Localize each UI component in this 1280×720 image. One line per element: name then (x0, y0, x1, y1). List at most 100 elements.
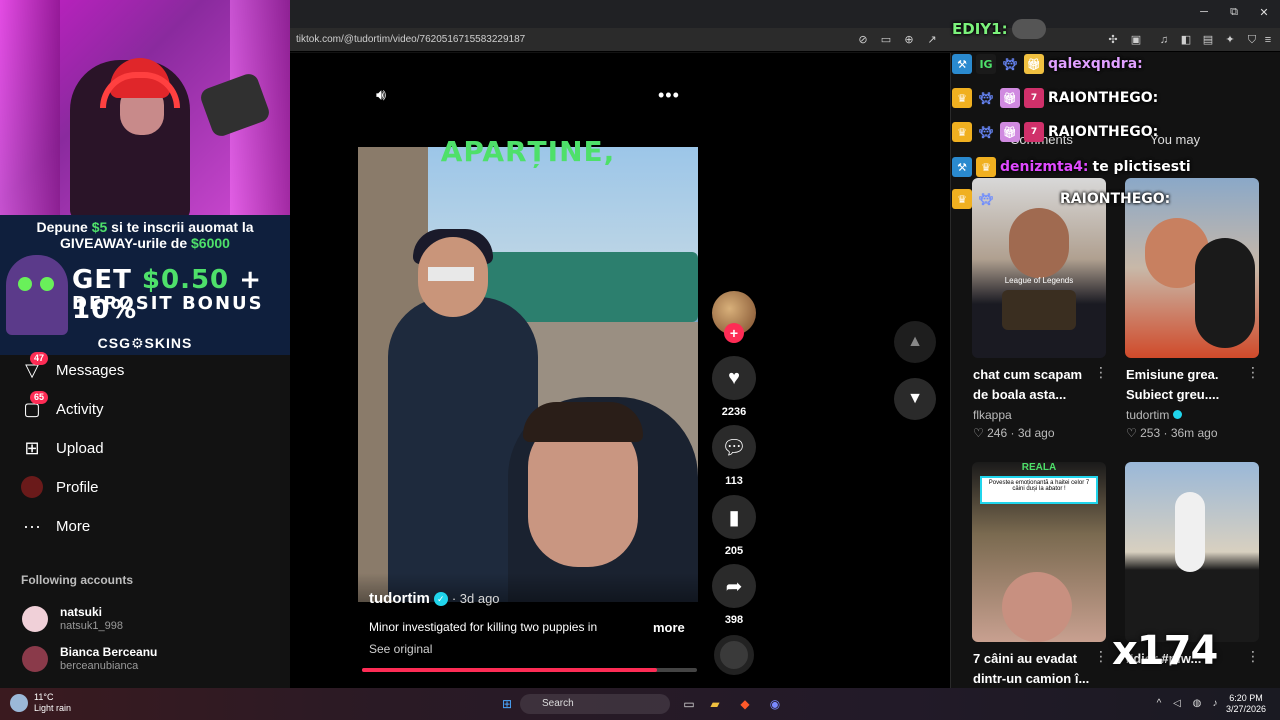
video-card-author[interactable]: flkappa (973, 408, 1012, 422)
card-options-icon[interactable]: ⋮ (1094, 364, 1108, 381)
no-sound-icon[interactable]: ⊘ (855, 32, 871, 48)
crown-badge-icon: ♛ (976, 157, 996, 177)
sidebar-item-label: Profile (56, 478, 99, 496)
minimize-button[interactable]: ─ (1195, 6, 1213, 22)
card-options-icon[interactable]: ⋮ (1246, 648, 1260, 665)
video-caption-overlay: APARȚINE, (440, 135, 616, 168)
sidebar-icon[interactable]: ◧ (1178, 32, 1194, 48)
tab-icon[interactable]: ▣ (1128, 32, 1144, 48)
url-text[interactable]: tiktok.com/@tudortim/video/7620516715583… (296, 34, 525, 45)
video-card-title[interactable]: 7 câini au evadat dintr-un camion î... (973, 649, 1098, 689)
video-author[interactable]: tudortim ✓ · 3d ago (369, 590, 500, 607)
video-card-thumbnail[interactable]: REALA Povestea emoționantă a haitei celo… (972, 462, 1106, 642)
card-options-icon[interactable]: ⋮ (1246, 364, 1260, 381)
sidebar-item-upload[interactable]: ⊞ Upload (18, 433, 104, 463)
save-count: 205 (724, 545, 744, 557)
video-progress-bar[interactable] (362, 668, 697, 672)
see-original-link[interactable]: See original (369, 642, 432, 656)
ad-subheadline: DEPOSIT BONUS (72, 293, 264, 314)
wallet-icon[interactable]: ▤ (1200, 32, 1216, 48)
shield-icon[interactable]: ⛉ (1244, 32, 1260, 48)
discord-icon[interactable]: ◉ (766, 695, 784, 713)
streamer-webcam (0, 0, 290, 215)
clock-time: 6:20 PM (1229, 693, 1263, 703)
video-player[interactable] (358, 147, 698, 602)
bookmark-icon: ▮ (712, 495, 756, 539)
speaker-icon[interactable]: ◁ (1168, 695, 1186, 713)
card-options-icon[interactable]: ⋮ (1094, 648, 1108, 665)
ad-mascot-icon (6, 255, 68, 335)
taskbar: 11°C Light rain ⊞ Search ▭ ▰ ◆ ◉ ^ ◁ ◍ ♪… (0, 688, 1280, 720)
chat-message: ⚒ IG 👾︎ 🎁︎ qalexqndra: (952, 51, 1143, 77)
music-icon[interactable]: ♫ (1156, 32, 1172, 48)
leo-icon[interactable]: ✦ (1222, 32, 1238, 48)
account-name: natsuki (60, 605, 103, 619)
save-button[interactable]: ▮ 205 (712, 495, 756, 557)
brave-icon[interactable]: ◆ (736, 695, 754, 713)
video-card-title[interactable]: Emisiune grea. Subiect greu.... (1126, 365, 1251, 405)
activity-badge: 65 (30, 391, 49, 404)
task-view-icon[interactable]: ▭ (680, 695, 698, 713)
ad-brand-logo: CSG⚙SKINS (97, 335, 193, 351)
sidebar-item-activity[interactable]: ▢ 65 Activity (18, 391, 104, 424)
sidebar-item-label: Upload (56, 439, 104, 457)
like-count: 2236 (721, 406, 747, 418)
sidebar: ▽ 47 Messages ▢ 65 Activity ⊞ Upload Profi… (0, 352, 290, 688)
sound-disc-icon[interactable] (714, 635, 754, 675)
video-card-author[interactable]: tudortim (1126, 408, 1182, 422)
thumbnail-label: League of Legends (1004, 276, 1074, 285)
following-account[interactable]: natsuki natsuk1_998 (22, 605, 123, 633)
address-bar[interactable]: tiktok.com/@tudortim/video/7620516715583… (290, 28, 1280, 52)
taskbar-search[interactable]: Search (520, 694, 670, 714)
weather-status: Light rain (34, 703, 72, 713)
close-button[interactable]: ✕ (1255, 6, 1273, 22)
video-card-title[interactable]: chat cum scapam de boala asta... (973, 365, 1098, 405)
browser-titlebar: ─ ⧉ ✕ (290, 0, 1280, 28)
chat-message: ♛ 👾︎ 🎁︎ 7 RAIONTHEGO: (952, 119, 1158, 145)
volume-icon[interactable]: ♪ (1206, 695, 1224, 713)
tray-chevron-icon[interactable]: ^ (1150, 695, 1168, 713)
multiplier-overlay: x174 (1112, 628, 1218, 674)
share-icon[interactable]: ↗ (924, 32, 940, 48)
sidebar-item-more[interactable]: ··· More (18, 511, 90, 541)
extensions-icon[interactable]: ✣ (1105, 32, 1121, 48)
sidebar-item-messages[interactable]: ▽ 47 Messages (18, 352, 124, 385)
sidebar-item-profile[interactable]: Profile (18, 472, 99, 502)
maximize-button[interactable]: ⧉ (1225, 6, 1243, 22)
sub-months-badge-icon: 7 (1024, 122, 1044, 142)
volume-icon[interactable]: 🔊︎ (376, 87, 398, 107)
inbox-icon: ▢ 65 (18, 391, 49, 423)
file-explorer-icon[interactable]: ▰ (706, 695, 724, 713)
like-button[interactable]: ♥ 2236 (712, 356, 756, 418)
gift-badge-icon: 🎁︎ (1024, 54, 1044, 74)
more-button[interactable]: more (653, 620, 685, 635)
comment-button[interactable]: 💬︎ 113 (712, 425, 756, 487)
moderator-badge-icon: ⚒ (952, 157, 972, 177)
previous-video-button[interactable]: ▲ (894, 321, 936, 363)
screen: Depune $5 si te inscrii auomat la GIVEAW… (0, 0, 1280, 720)
chat-message: ♛ 👾︎ 🎁︎ 7 RAIONTHEGO: (952, 85, 1158, 111)
paper-plane-icon: ▽ 47 (18, 352, 49, 384)
clock-date: 3/27/2026 (1226, 704, 1267, 714)
avatar (22, 606, 48, 632)
follow-button[interactable]: + (724, 323, 744, 343)
zoom-icon[interactable]: ⊕ (901, 32, 917, 48)
cast-icon[interactable]: ▭ (878, 32, 894, 48)
next-video-button[interactable]: ▼ (894, 378, 936, 420)
clock[interactable]: 6:20 PM 3/27/2026 (1226, 693, 1266, 715)
avatar-icon (18, 473, 46, 501)
network-icon[interactable]: ◍ (1188, 695, 1206, 713)
league-logo-icon (1002, 290, 1076, 330)
video-card-thumbnail[interactable] (1125, 462, 1259, 642)
following-account[interactable]: Bianca Berceanu berceanubianca (22, 645, 157, 673)
comment-count: 113 (725, 475, 743, 487)
chevron-down-icon: ▼ (907, 390, 923, 407)
video-options-button[interactable]: ••• (658, 85, 680, 106)
chevron-up-icon: ▲ (907, 333, 923, 350)
video-description: Minor investigated for killing two puppi… (369, 620, 598, 634)
weather-widget[interactable]: 11°C Light rain (10, 692, 71, 714)
menu-icon[interactable]: ≡ (1260, 32, 1276, 48)
author-name[interactable]: tudortim (369, 590, 430, 607)
start-icon[interactable]: ⊞ (498, 695, 516, 713)
share-button[interactable]: ➦ 398 (712, 564, 756, 626)
